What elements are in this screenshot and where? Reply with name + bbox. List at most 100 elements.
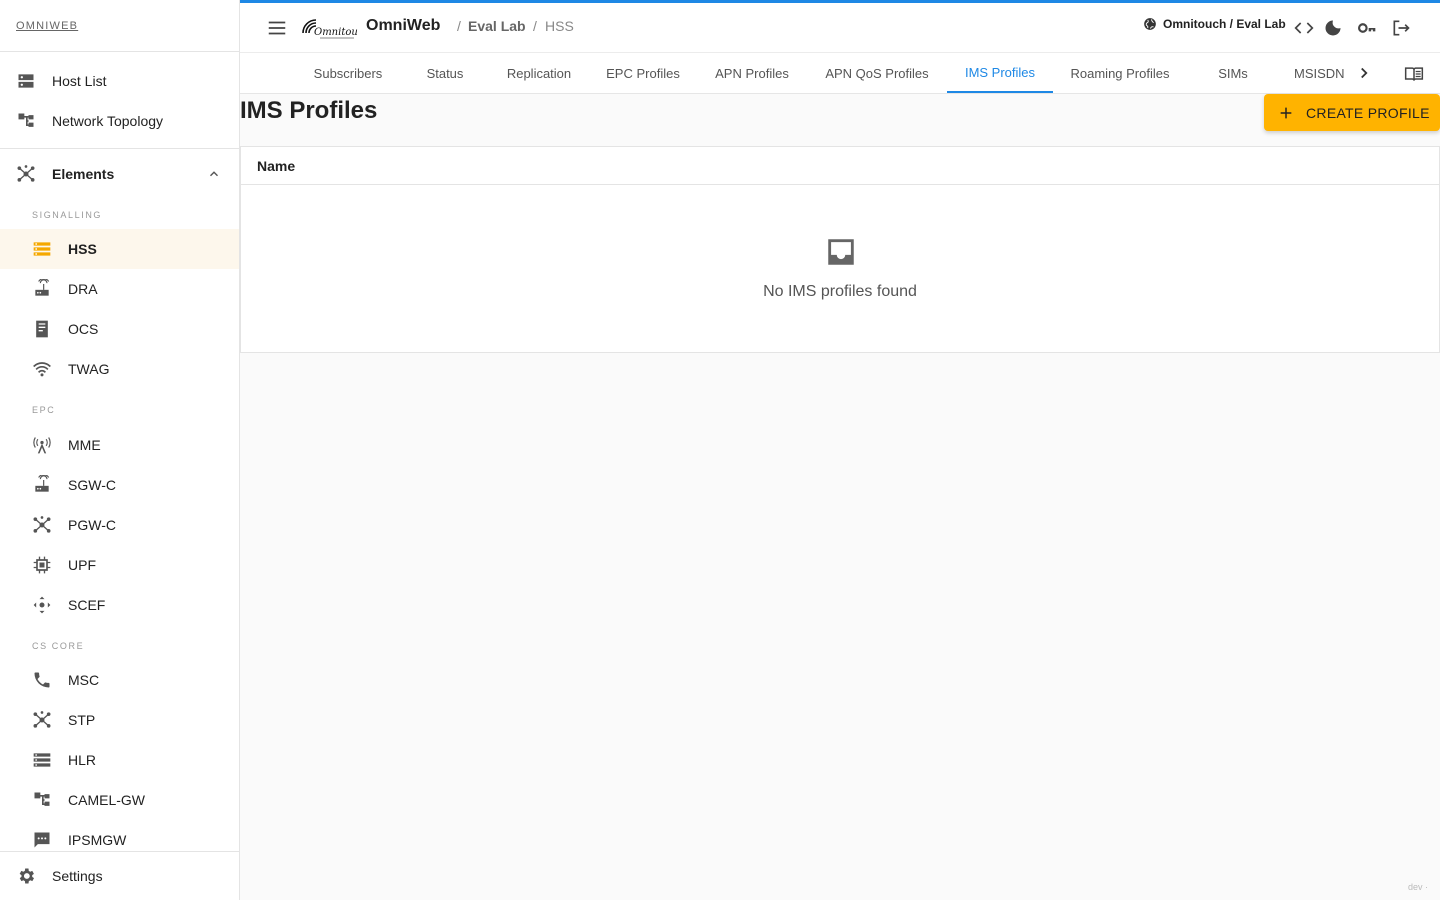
page-title: IMS Profiles <box>240 97 378 124</box>
sidebar-item-mme[interactable]: MME <box>0 425 239 465</box>
sidebar-item-label: TWAG <box>68 361 110 377</box>
tab-apn-qos-profiles[interactable]: APN QoS Profiles <box>813 53 941 93</box>
sidebar-item-dra[interactable]: DRA <box>0 269 239 309</box>
omnitouch-logo: Omnitouch <box>302 19 358 39</box>
tenant-selector[interactable]: Omnitouch / Eval Lab <box>1143 17 1286 31</box>
sidebar-item-hlr[interactable]: HLR <box>0 740 239 780</box>
hub-icon <box>16 164 36 184</box>
globe-icon <box>1144 18 1156 30</box>
tab-roaming-profiles[interactable]: Roaming Profiles <box>1058 53 1182 93</box>
dark-mode-icon[interactable] <box>1323 18 1343 38</box>
app-title[interactable]: OmniWeb <box>366 17 440 35</box>
sidebar-item-msc[interactable]: MSC <box>0 660 239 700</box>
sidebar-item-scef[interactable]: SCEF <box>0 585 239 625</box>
hub-icon <box>32 515 52 535</box>
sidebar-item-sgw-c[interactable]: SGW-C <box>0 465 239 505</box>
brand-row: OMNIWEB <box>0 0 239 52</box>
hub-icon <box>32 710 52 730</box>
sidebar-divider <box>0 851 239 852</box>
tab-replication[interactable]: Replication <box>491 53 587 93</box>
sms-icon <box>32 830 52 850</box>
tab-apn-profiles[interactable]: APN Profiles <box>704 53 800 93</box>
cell-tower-icon <box>32 435 52 455</box>
sidebar-item-label: MSC <box>68 672 100 688</box>
sidebar-item-pgw-c[interactable]: PGW-C <box>0 505 239 545</box>
section-header-epc: EPC <box>32 405 56 415</box>
svg-text:Omnitouch: Omnitouch <box>314 27 358 38</box>
sidebar-divider <box>0 148 239 149</box>
sidebar-item-host-list[interactable]: Host List <box>0 61 239 101</box>
sidebar-item-label: OCS <box>68 321 99 337</box>
sidebar-item-ocs[interactable]: OCS <box>0 309 239 349</box>
sidebar-item-upf[interactable]: UPF <box>0 545 239 585</box>
account-tree-icon <box>32 790 52 810</box>
memory-icon <box>32 555 52 575</box>
sidebar-item-hss[interactable]: HSS <box>0 229 239 269</box>
sidebar-item-label: DRA <box>68 281 98 297</box>
sidebar-item-ipsmgw[interactable]: IPSMGW <box>0 820 239 860</box>
breadcrumb-hss: HSS <box>545 18 574 34</box>
logout-icon[interactable] <box>1391 18 1411 38</box>
sidebar-item-label: HLR <box>68 752 97 768</box>
breadcrumb-eval-lab[interactable]: Eval Lab <box>468 18 526 34</box>
sidebar-group-elements[interactable]: Elements <box>0 154 239 194</box>
column-header-name[interactable]: Name <box>257 158 295 174</box>
sidebar-item-label: Host List <box>52 73 107 89</box>
sidebar-item-label: HSS <box>68 241 97 257</box>
tab-status[interactable]: Status <box>411 53 479 93</box>
chevron-right-icon[interactable] <box>1355 64 1373 82</box>
sidebar-group-label: Elements <box>52 166 115 182</box>
storage-icon <box>32 239 52 259</box>
top-app-bar: Omnitouch OmniWeb / Eval Lab / HSS Omnit… <box>240 0 1440 53</box>
sidebar-item-camel-gw[interactable]: CAMEL-GW <box>0 780 239 820</box>
tab-sims[interactable]: SIMs <box>1200 53 1266 93</box>
sidebar: OMNIWEB Host List Network Topology Eleme… <box>0 0 240 900</box>
tab-overflow-clip: MSISDN <box>1287 53 1345 93</box>
router-icon <box>32 475 52 495</box>
sidebar-item-settings[interactable]: Settings <box>0 856 239 896</box>
sidebar-item-label: PGW-C <box>68 517 116 533</box>
sidebar-item-stp[interactable]: STP <box>0 700 239 740</box>
create-profile-button[interactable]: CREATE PROFILE <box>1264 94 1440 131</box>
sidebar-item-label: Network Topology <box>52 113 164 129</box>
dns-icon <box>16 71 36 91</box>
control-camera-icon <box>32 595 52 615</box>
sidebar-item-label: Settings <box>52 868 103 884</box>
brand-link[interactable]: OMNIWEB <box>16 20 78 32</box>
section-header-cs-core: CS CORE <box>32 641 85 651</box>
key-icon[interactable] <box>1357 18 1377 38</box>
sidebar-item-network-topology[interactable]: Network Topology <box>0 101 239 141</box>
tenant-label: Omnitouch / Eval Lab <box>1163 17 1286 31</box>
section-header-signalling: SIGNALLING <box>32 210 103 220</box>
menu-icon[interactable] <box>266 17 288 39</box>
sidebar-item-label: UPF <box>68 557 96 573</box>
plus-icon <box>1280 107 1292 118</box>
create-profile-label: CREATE PROFILE <box>1306 104 1430 121</box>
phone-icon <box>32 670 52 690</box>
hss-tabs: Subscribers Status Replication EPC Profi… <box>240 53 1440 94</box>
sidebar-item-label: IPSMGW <box>68 832 127 848</box>
router-icon <box>32 279 52 299</box>
sidebar-item-label: CAMEL-GW <box>68 792 145 808</box>
code-icon[interactable] <box>1294 18 1314 38</box>
sidebar-item-label: STP <box>68 712 96 728</box>
table-header: Name <box>241 147 1439 185</box>
tab-msisdn[interactable]: MSISDN <box>1294 53 1345 93</box>
sidebar-item-twag[interactable]: TWAG <box>0 349 239 389</box>
ims-profiles-table: Name No IMS profiles found <box>240 146 1440 353</box>
env-indicator: dev · <box>1408 882 1429 892</box>
sidebar-item-label: SCEF <box>68 597 106 613</box>
gear-icon <box>16 866 36 886</box>
sidebar-item-label: MME <box>68 437 101 453</box>
empty-state-message: No IMS profiles found <box>763 283 917 300</box>
wifi-icon <box>32 359 52 379</box>
sidebar-item-label: SGW-C <box>68 477 116 493</box>
tab-epc-profiles[interactable]: EPC Profiles <box>595 53 691 93</box>
tab-ims-profiles[interactable]: IMS Profiles <box>947 53 1053 93</box>
receipt-icon <box>32 319 52 339</box>
tab-subscribers[interactable]: Subscribers <box>302 53 394 93</box>
account-tree-icon <box>16 111 36 131</box>
chevron-up-icon[interactable] <box>207 167 221 181</box>
breadcrumb-separator: / <box>533 18 537 34</box>
menu-book-icon[interactable] <box>1404 64 1424 84</box>
